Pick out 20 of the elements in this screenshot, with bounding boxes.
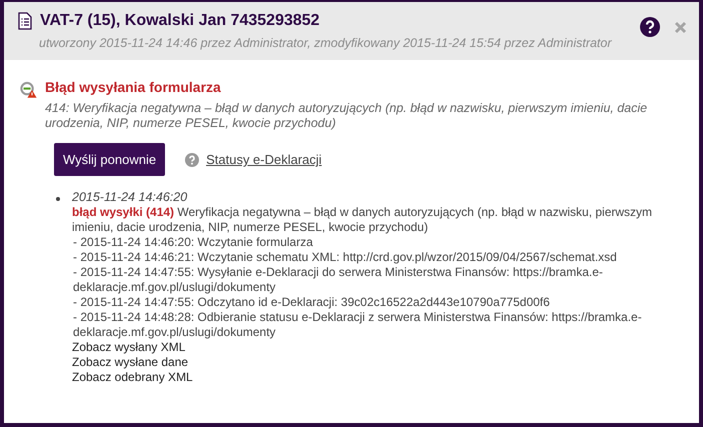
- log-step: - 2015-11-24 14:46:21: Wczytanie schematu XML: http://crd.gov.pl/wzor/2015/09/04/2567/schemat.xsd: [72, 250, 679, 265]
- log-link[interactable]: Zobacz wysłane dane: [72, 355, 188, 370]
- dialog-subtitle: utworzony 2015-11-24 14:46 przez Administrator, zmodyfikowany 2015-11-24 15:54 przez Administrator: [39, 36, 613, 50]
- log-step: - 2015-11-24 14:47:55: Wysyłanie e-Deklaracji do serwera Ministerstwa Finansów: https://bramka.e-deklaracje.mf.gov.pl/uslugi/dokumenty: [72, 265, 679, 295]
- document-icon: [18, 12, 32, 30]
- statuses-link[interactable]: Statusy e-Deklaracji: [185, 152, 322, 167]
- error-message: 414: Weryfikacja negatywna – błąd w danych autoryzujących (np. błąd w nazwisku, pierwszym imieniu, dacie urodzenia, NIP, numerze PESEL, kwocie przychodu): [44, 101, 648, 131]
- bullet-icon: [56, 197, 60, 201]
- log-step: - 2015-11-24 14:46:20: Wczytanie formularza: [72, 235, 679, 250]
- log-link[interactable]: Zobacz odebrany XML: [72, 370, 193, 385]
- log-step: - 2015-11-24 14:47:55: Odczytano id e-Deklaracji: 39c02c16522a2d443e10790a775d00f6: [72, 295, 679, 310]
- resend-button[interactable]: Wyślij ponownie: [54, 143, 166, 176]
- log-summary: błąd wysyłki (414) Weryfikacja negatywna – błąd w danych autoryzujących (np. błąd w nazwisku, pierwszym imieniu, dacie urodzenia, NIP, numerze PESEL, kwocie przychodu): [72, 205, 654, 235]
- help-icon: [185, 152, 200, 166]
- dialog-title: VAT-7 (15), Kowalski Jan 7435293852: [40, 11, 321, 30]
- log-time: 2015-11-24 14:46:20: [72, 190, 188, 205]
- log-link[interactable]: Zobacz wysłany XML: [72, 340, 186, 355]
- log-step: - 2015-11-24 14:48:28: Odbieranie statusu e-Deklaracji z serwera Ministerstwa Finansów: https://bramka.e-deklaracje.mf.gov.pl/uslugi/dokumenty: [72, 310, 679, 340]
- error-title: Błąd wysyłania formularza: [44, 79, 222, 95]
- help-icon[interactable]: [640, 17, 660, 37]
